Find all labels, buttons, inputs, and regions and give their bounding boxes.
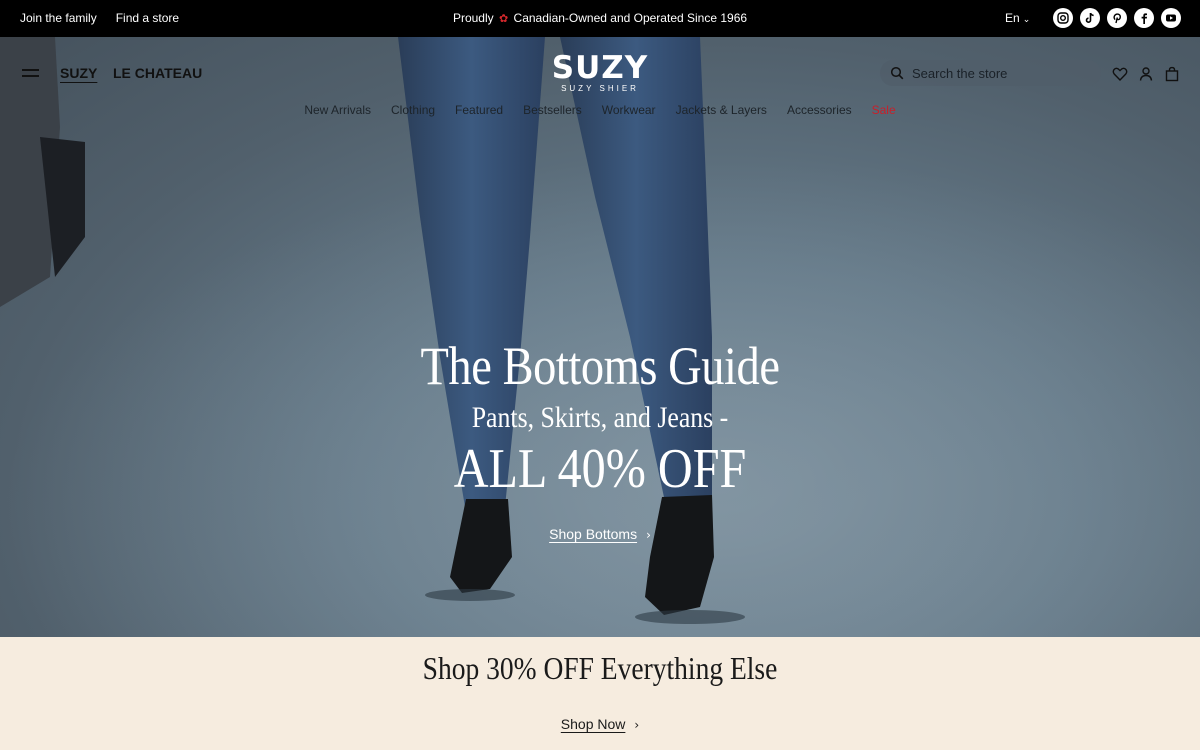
announcement-prefix: Proudly [452,11,494,25]
nav-item-accessories[interactable]: Accessories [787,103,852,117]
main-navigation: New Arrivals Clothing Featured Bestselle… [0,103,1200,117]
nav-item-workwear[interactable]: Workwear [602,103,656,117]
tiktok-icon[interactable] [1080,8,1100,28]
hero-cta: Shop Bottoms › [0,526,1200,542]
shop-bottoms-link[interactable]: Shop Bottoms [549,526,637,542]
instagram-icon[interactable] [1053,8,1073,28]
promo-title: Shop 30% OFF Everything Else [422,650,778,686]
search-input[interactable] [912,65,1092,81]
hero-offer: ALL 40% OFF [453,438,747,500]
site-header: SUZY LE CHATEAU SUZY SUZY SHIER [0,37,1200,137]
hero-banner[interactable]: SUZY LE CHATEAU SUZY SUZY SHIER New Arri… [0,37,1200,637]
announcement-suffix: Canadian-Owned and Operated Since 1966 [513,11,748,25]
search-icon [890,66,904,80]
social-links [1053,8,1181,28]
chevron-down-icon: ⌄ [1022,14,1031,24]
bag-icon[interactable] [1164,66,1180,82]
top-announcement-bar: Join the family Find a store Proudly ✿ C… [0,0,1200,37]
search-bar[interactable] [880,60,1101,86]
promo-cta: Shop Now › [0,716,1200,732]
nav-item-new-arrivals[interactable]: New Arrivals [304,103,371,117]
nav-item-featured[interactable]: Featured [455,103,503,117]
nav-item-jackets-layers[interactable]: Jackets & Layers [676,103,767,117]
brand-tab-suzy[interactable]: SUZY [60,65,97,81]
language-label: En [1005,11,1020,25]
hamburger-menu-icon[interactable] [22,69,39,79]
site-logo[interactable]: SUZY SUZY SHIER [540,50,660,94]
heart-icon[interactable] [1112,66,1128,82]
promo-banner[interactable]: Shop 30% OFF Everything Else Shop Now › [0,637,1200,750]
hero-subtitle: Pants, Skirts, and Jeans - [471,401,729,434]
pinterest-icon[interactable] [1107,8,1127,28]
facebook-icon[interactable] [1134,8,1154,28]
chevron-right-icon: › [646,528,651,542]
maple-leaf-icon: ✿ [498,13,509,25]
chevron-right-icon: › [634,718,640,732]
nav-item-sale[interactable]: Sale [872,103,896,117]
youtube-icon[interactable] [1161,8,1181,28]
brand-tab-le-chateau[interactable]: LE CHATEAU [113,65,202,81]
hero-title: The Bottoms Guide [420,336,780,396]
nav-item-clothing[interactable]: Clothing [391,103,435,117]
logo-wordmark: SUZY [551,50,649,86]
language-selector[interactable]: En ⌄ [1005,11,1030,25]
shop-now-link[interactable]: Shop Now [561,716,626,732]
nav-item-bestsellers[interactable]: Bestsellers [523,103,582,117]
account-icon[interactable] [1138,66,1154,82]
